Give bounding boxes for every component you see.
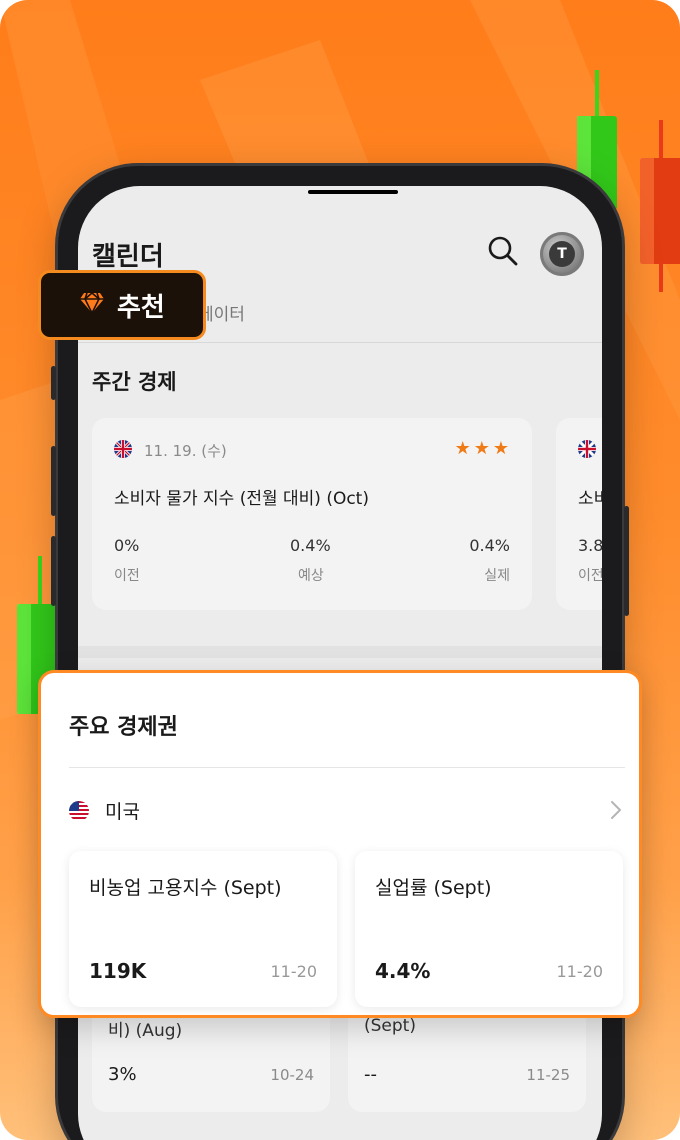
chevron-right-icon[interactable]: [609, 799, 623, 821]
indicator-date: 10-24: [270, 1066, 314, 1084]
indicator-value: 4.4%: [375, 959, 431, 983]
event-title: 소비: [578, 489, 602, 509]
panel-title: 주요 경제권: [69, 715, 178, 740]
recommend-badge[interactable]: 추천: [38, 270, 206, 340]
uk-flag-icon: [114, 440, 132, 458]
weekly-economy-title: 주간 경제: [92, 370, 177, 394]
importance-stars: ★★★: [454, 438, 512, 459]
avatar-icon: T: [549, 241, 575, 267]
previous-label: 이전: [114, 568, 140, 584]
indicator-card[interactable]: 비) (Aug) 3% 10-24: [92, 1004, 330, 1112]
indicator-date: 11-20: [556, 962, 604, 981]
region-label: 미국: [105, 801, 140, 823]
avatar[interactable]: T: [540, 232, 584, 276]
indicator-date: 11-25: [526, 1066, 570, 1084]
actual-value: 0.4%: [469, 536, 510, 555]
econ-event-card[interactable]: 11. 19. (수) ★★★ 소비자 물가 지수 (전월 대비) (Oct) …: [92, 418, 532, 610]
indicator-title: 실업률 (Sept): [375, 877, 492, 899]
event-title: 소비자 물가 지수 (전월 대비) (Oct): [114, 489, 369, 509]
indicator-card-unemployment[interactable]: 실업률 (Sept) 4.4% 11-20: [355, 851, 623, 1007]
search-icon[interactable]: [486, 234, 520, 268]
indicator-value: 119K: [89, 959, 147, 983]
actual-label: 실제: [484, 568, 510, 584]
indicator-card-nonfarm[interactable]: 비농업 고용지수 (Sept) 119K 11-20: [69, 851, 337, 1007]
indicator-title: 비) (Aug): [108, 1021, 183, 1041]
previous-value: 3.8: [578, 536, 602, 555]
uk-flag-icon: [578, 440, 596, 458]
forecast-label: 예상: [298, 568, 324, 584]
event-date: 11. 19. (수): [144, 442, 227, 460]
forecast-value: 0.4%: [290, 536, 331, 555]
phone-volume-down: [51, 536, 56, 606]
indicator-card[interactable]: (Sept) -- 11-25: [348, 1004, 586, 1112]
indicator-date: 11-20: [270, 962, 318, 981]
indicator-value: 3%: [108, 1064, 137, 1085]
previous-value: 0%: [114, 536, 140, 555]
major-economies-panel: 주요 경제권 미국 비농업 고용지수 (Sept) 119K 11-20 실업률: [38, 670, 642, 1018]
notch: [308, 190, 398, 194]
diamond-icon: [79, 291, 105, 318]
region-row-us[interactable]: 미국: [69, 791, 625, 831]
phone-volume-up: [51, 446, 56, 516]
panel-divider: [69, 767, 625, 768]
indicator-title: 비농업 고용지수 (Sept): [89, 877, 282, 899]
econ-event-card[interactable]: 소비 3.8 이전: [556, 418, 602, 610]
recommend-label: 추천: [117, 292, 165, 323]
page-title: 캘린더: [92, 242, 164, 272]
indicator-value: --: [364, 1064, 377, 1085]
tab-divider: [78, 342, 602, 343]
phone-power-button: [624, 506, 629, 616]
phone-side-button: [51, 366, 56, 400]
us-flag-icon: [69, 801, 89, 821]
previous-label: 이전: [578, 568, 602, 584]
section-separator: [78, 646, 602, 658]
indicator-title: (Sept): [364, 1016, 416, 1036]
